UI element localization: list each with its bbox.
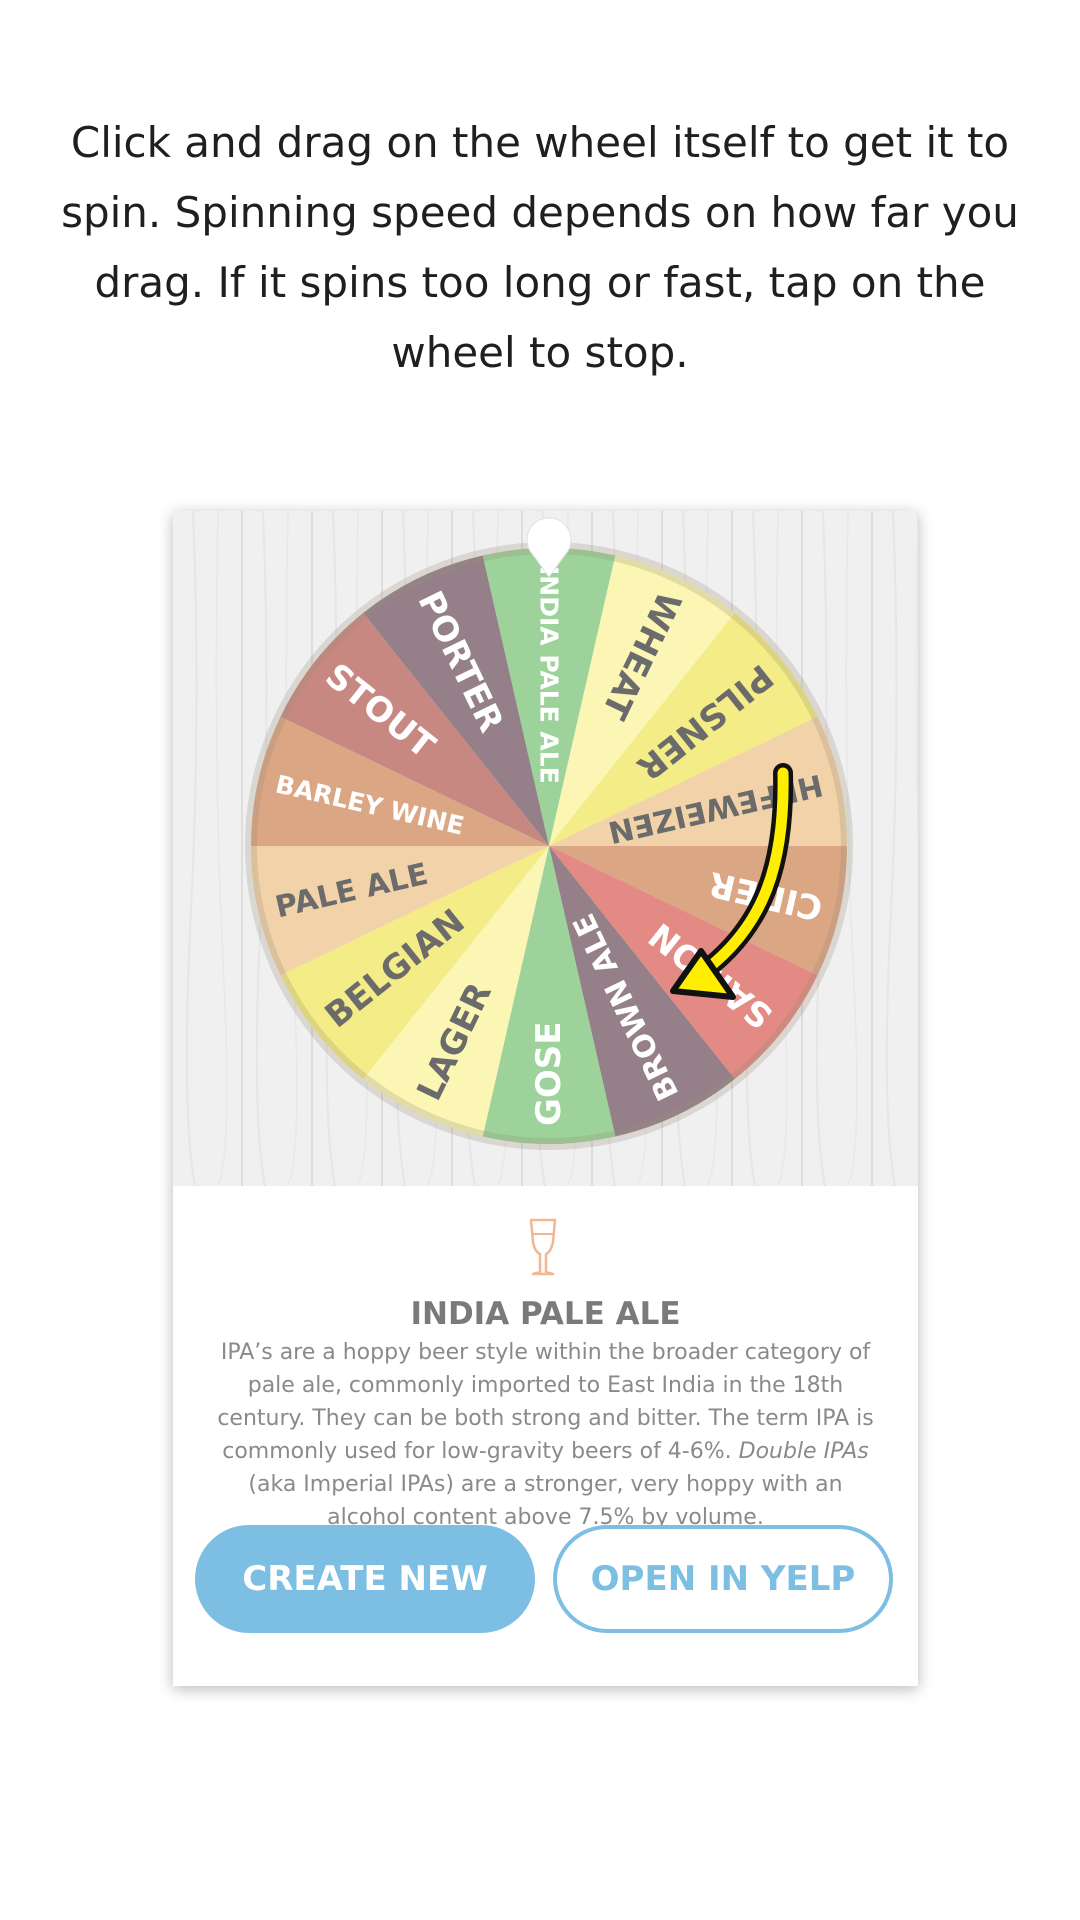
create-new-button[interactable]: CREATE NEW xyxy=(195,1525,535,1633)
open-in-yelp-button[interactable]: OPEN IN YELP xyxy=(553,1525,893,1633)
spin-wheel[interactable]: INDIA PALE ALE WHEATPILSNERHEFEWEIZENCIDE… xyxy=(173,511,918,1186)
wheel-segment-label: INDIA PALE ALE xyxy=(535,566,564,784)
beer-glass-icon xyxy=(529,1218,557,1276)
beer-title: INDIA PALE ALE xyxy=(410,1296,681,1332)
result-card: INDIA PALE ALE WHEAT PILSNER HEFEWEIZEN CIDE… xyxy=(173,511,918,1686)
instructions-text: Click and drag on the wheel itself to ge… xyxy=(61,118,1019,377)
beer-description: IPA’s are a hoppy beer style within the … xyxy=(213,1336,878,1534)
wheel-segment-label: GOSE xyxy=(529,1021,569,1126)
beer-description-text-end: (aka Imperial IPAs) are a stronger, very… xyxy=(248,1472,843,1530)
wheel-area[interactable]: INDIA PALE ALE WHEAT PILSNER HEFEWEIZEN CIDE… xyxy=(173,511,918,1186)
beer-description-italic: Double IPAs xyxy=(738,1439,869,1464)
